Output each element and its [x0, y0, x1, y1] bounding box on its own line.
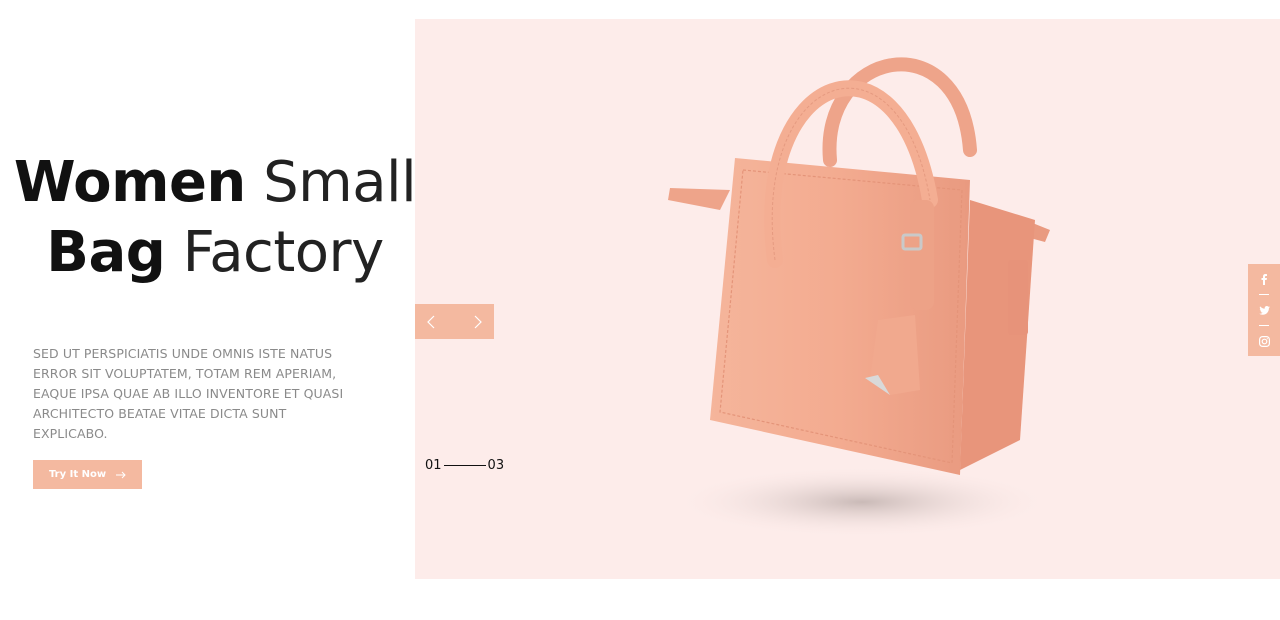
slide-counter-divider [443, 465, 486, 466]
chevron-right-icon[interactable] [468, 312, 488, 332]
try-it-now-label: Try It Now [48, 469, 107, 480]
slide-total: 03 [487, 458, 505, 473]
title-bold-word-2: Bag [46, 220, 166, 285]
slide-counter: 01 03 [425, 458, 504, 473]
hero-description: SED UT PERSPICIATIS UNDE OMNIS ISTE NATU… [33, 346, 344, 441]
social-separator [1259, 294, 1269, 295]
hero-title-line-1: Women Small [0, 148, 430, 218]
title-light-word-1: Small [263, 150, 417, 215]
social-separator [1259, 325, 1269, 326]
twitter-icon[interactable] [1258, 304, 1270, 316]
title-bold-word-1: Women [13, 150, 246, 215]
social-links [1248, 264, 1280, 356]
title-light-word-2: Factory [182, 220, 385, 285]
chevron-left-icon[interactable] [421, 312, 441, 332]
hero-title-line-2: Bag Factory [0, 218, 430, 288]
instagram-icon[interactable] [1258, 335, 1270, 347]
hero-title: Women Small Bag Factory [0, 148, 430, 288]
arrow-right-icon [116, 471, 126, 479]
try-it-now-button[interactable]: Try It Now [33, 460, 142, 489]
handbag-image [668, 57, 1052, 538]
slider-navigation [415, 304, 494, 339]
hero-section: Women Small Bag Factory SED UT PERSPICIA… [0, 0, 1280, 620]
facebook-icon[interactable] [1258, 273, 1270, 285]
slide-current: 01 [425, 458, 442, 473]
